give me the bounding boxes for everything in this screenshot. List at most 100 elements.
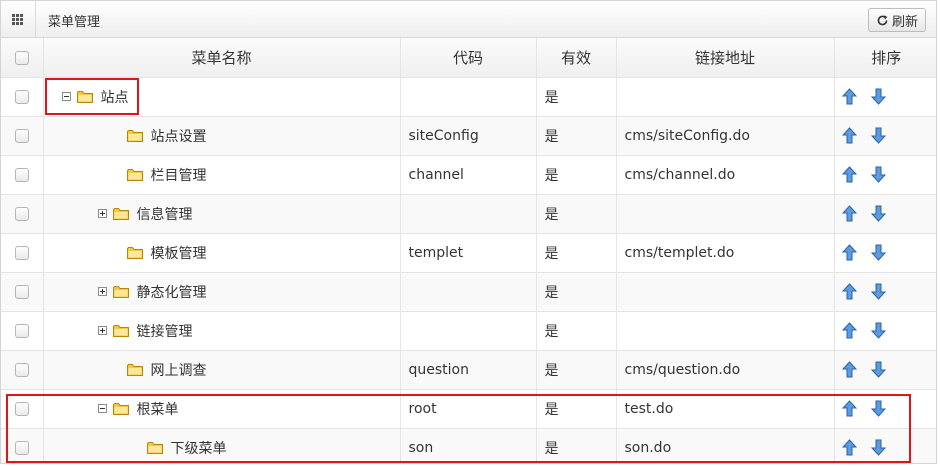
column-header-code[interactable]: 代码: [400, 38, 537, 78]
menu-name: 栏目管理: [150, 167, 207, 184]
menu-valid-cell: 是: [536, 194, 617, 234]
row-select-cell: [1, 389, 44, 429]
menu-link-cell: cms/templet.do: [616, 233, 835, 273]
header-row: 菜单名称 代码 有效 链接地址 排序: [1, 38, 936, 78]
row-select-cell: [1, 77, 44, 117]
menu-name: 链接管理: [136, 323, 193, 340]
row-select-cell: [1, 155, 44, 195]
collapse-toggle-icon[interactable]: [61, 92, 71, 101]
move-down-arrow-icon[interactable]: [870, 400, 886, 417]
move-up-arrow-icon[interactable]: [841, 166, 857, 183]
table-row[interactable]: 栏目管理 channel 是 cms/channel.do: [1, 155, 936, 195]
sort-cell: [834, 194, 936, 234]
row-select-cell: [1, 311, 44, 351]
move-down-arrow-icon[interactable]: [870, 244, 886, 261]
move-up-arrow-icon[interactable]: [841, 127, 857, 144]
folder-icon: [112, 208, 129, 220]
collapse-toggle-icon[interactable]: [97, 404, 107, 413]
column-header-valid[interactable]: 有效: [536, 38, 617, 78]
row-checkbox[interactable]: [14, 206, 29, 221]
menu-valid-cell: 是: [536, 311, 617, 351]
row-checkbox[interactable]: [14, 245, 29, 260]
expand-toggle-icon[interactable]: [97, 287, 107, 296]
table-row[interactable]: 网上调查 question 是 cms/question.do: [1, 350, 936, 390]
menu-name-cell[interactable]: 根菜单: [43, 389, 401, 429]
grid-menu-icon[interactable]: [12, 14, 24, 26]
menu-name: 站点: [100, 89, 129, 106]
menu-name-cell[interactable]: 模板管理: [43, 233, 401, 273]
move-up-arrow-icon[interactable]: [841, 400, 857, 417]
row-checkbox[interactable]: [14, 401, 29, 416]
column-header-name[interactable]: 菜单名称: [43, 38, 401, 78]
row-checkbox[interactable]: [14, 128, 29, 143]
table-row[interactable]: 下级菜单 son 是 son.do: [1, 428, 936, 463]
refresh-icon: [877, 14, 888, 25]
move-up-arrow-icon[interactable]: [841, 205, 857, 222]
refresh-label: 刷新: [891, 14, 918, 30]
move-up-arrow-icon[interactable]: [841, 322, 857, 339]
menu-link-cell: [616, 77, 835, 117]
menu-name-cell[interactable]: 链接管理: [43, 311, 401, 351]
row-checkbox[interactable]: [14, 362, 29, 377]
move-down-arrow-icon[interactable]: [870, 88, 886, 105]
row-checkbox[interactable]: [14, 440, 29, 455]
menu-name: 信息管理: [136, 206, 193, 223]
title-separator: [35, 1, 36, 37]
row-checkbox[interactable]: [14, 284, 29, 299]
menu-link-cell: [616, 272, 835, 312]
move-down-arrow-icon[interactable]: [870, 361, 886, 378]
menu-name-cell[interactable]: 栏目管理: [43, 155, 401, 195]
move-down-arrow-icon[interactable]: [870, 127, 886, 144]
sort-cell: [834, 155, 936, 195]
row-checkbox[interactable]: [14, 167, 29, 182]
folder-icon: [126, 364, 143, 376]
expand-toggle-icon[interactable]: [97, 209, 107, 218]
menu-valid-cell: 是: [536, 428, 617, 463]
menu-name-cell[interactable]: 网上调查: [43, 350, 401, 390]
table-row[interactable]: 信息管理 是: [1, 194, 936, 234]
move-up-arrow-icon[interactable]: [841, 244, 857, 261]
menu-valid-cell: 是: [536, 116, 617, 156]
menu-name-cell[interactable]: 静态化管理: [43, 272, 401, 312]
menu-link-cell: cms/siteConfig.do: [616, 116, 835, 156]
move-up-arrow-icon[interactable]: [841, 439, 857, 456]
menu-name-cell[interactable]: 下级菜单: [43, 428, 401, 463]
row-checkbox[interactable]: [14, 323, 29, 338]
expand-toggle-icon[interactable]: [97, 326, 107, 335]
menu-name-cell[interactable]: 站点设置: [43, 116, 401, 156]
table-row[interactable]: 链接管理 是: [1, 311, 936, 351]
row-checkbox[interactable]: [14, 89, 29, 104]
column-header-link[interactable]: 链接地址: [616, 38, 835, 78]
folder-icon: [126, 247, 143, 259]
menu-name: 静态化管理: [136, 284, 207, 301]
move-down-arrow-icon[interactable]: [870, 166, 886, 183]
folder-icon: [112, 403, 129, 415]
move-up-arrow-icon[interactable]: [841, 88, 857, 105]
move-down-arrow-icon[interactable]: [870, 205, 886, 222]
menu-name-cell[interactable]: 站点: [43, 77, 401, 117]
refresh-button[interactable]: 刷新: [868, 8, 926, 32]
move-up-arrow-icon[interactable]: [841, 361, 857, 378]
table-row[interactable]: 站点设置 siteConfig 是 cms/siteConfig.do: [1, 116, 936, 156]
menu-link-cell: test.do: [616, 389, 835, 429]
move-up-arrow-icon[interactable]: [841, 283, 857, 300]
menu-tree-grid: 菜单名称 代码 有效 链接地址 排序 站点是站点设置 siteConfig 是 cms…: [1, 38, 936, 463]
table-row[interactable]: 模板管理 templet 是 cms/templet.do: [1, 233, 936, 273]
table-row[interactable]: 站点 是: [1, 77, 936, 117]
move-down-arrow-icon[interactable]: [870, 283, 886, 300]
move-down-arrow-icon[interactable]: [870, 322, 886, 339]
table-row[interactable]: 根菜单 root 是 test.do: [1, 389, 936, 429]
folder-icon: [112, 286, 129, 298]
select-all-checkbox[interactable]: [14, 50, 29, 65]
table-row[interactable]: 静态化管理 是: [1, 272, 936, 312]
move-down-arrow-icon[interactable]: [870, 439, 886, 456]
menu-name-cell[interactable]: 信息管理: [43, 194, 401, 234]
menu-name: 模板管理: [150, 245, 207, 262]
sort-cell: [834, 116, 936, 156]
column-header-sort[interactable]: 排序: [834, 38, 936, 78]
folder-icon: [126, 169, 143, 181]
sort-cell: [834, 428, 936, 463]
row-select-cell: [1, 233, 44, 273]
menu-name: 下级菜单: [170, 440, 227, 457]
menu-valid-cell: 是: [536, 233, 617, 273]
